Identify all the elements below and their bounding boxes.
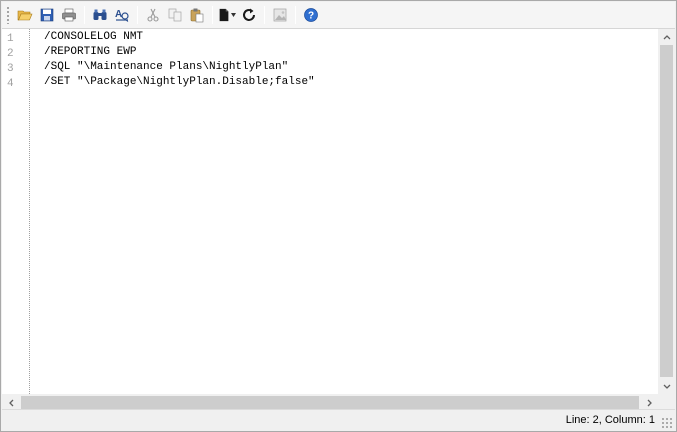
save-button[interactable] bbox=[36, 4, 58, 26]
status-bar: Line: 2, Column: 1 bbox=[2, 409, 675, 431]
scroll-up-button[interactable] bbox=[658, 29, 675, 44]
image-button[interactable] bbox=[269, 4, 291, 26]
code-line[interactable]: /REPORTING EWP bbox=[44, 45, 136, 60]
find-button[interactable] bbox=[89, 4, 111, 26]
horizontal-scroll-thumb[interactable] bbox=[21, 396, 639, 409]
help-icon: ? bbox=[304, 8, 318, 22]
line-number-gutter: 1 2 3 4 bbox=[2, 29, 30, 394]
toolbar-separator bbox=[212, 6, 213, 24]
scroll-down-button[interactable] bbox=[658, 379, 675, 394]
code-line[interactable]: /SQL "\Maintenance Plans\NightlyPlan" bbox=[44, 60, 288, 75]
chevron-down-icon bbox=[231, 13, 236, 17]
help-button[interactable]: ? bbox=[300, 4, 322, 26]
chevron-down-icon bbox=[663, 384, 670, 389]
toolbar-grip[interactable] bbox=[6, 6, 10, 24]
find-replace-icon: A bbox=[115, 9, 129, 22]
toolbar: A ? bbox=[2, 2, 675, 28]
paste-button[interactable] bbox=[186, 4, 208, 26]
cut-button[interactable] bbox=[142, 4, 164, 26]
new-document-button[interactable] bbox=[217, 4, 231, 26]
new-document-dropdown[interactable] bbox=[231, 4, 238, 26]
line-number: 3 bbox=[7, 63, 14, 75]
image-icon bbox=[273, 8, 287, 22]
chevron-left-icon bbox=[8, 399, 13, 406]
vertical-scroll-thumb[interactable] bbox=[660, 45, 673, 377]
script-editor-window: A ? 1 2 3 4 /CONSOLELOG NMT /REPORTING E… bbox=[0, 0, 677, 432]
resize-grip[interactable] bbox=[661, 417, 673, 429]
code-editor[interactable]: 1 2 3 4 /CONSOLELOG NMT /REPORTING EWP /… bbox=[2, 28, 675, 411]
toolbar-separator bbox=[84, 6, 85, 24]
cursor-position: Line: 2, Column: 1 bbox=[565, 414, 655, 426]
refresh-button[interactable] bbox=[238, 4, 260, 26]
toolbar-separator bbox=[137, 6, 138, 24]
toolbar-separator bbox=[264, 6, 265, 24]
chevron-right-icon bbox=[647, 399, 652, 406]
vertical-scrollbar[interactable] bbox=[658, 29, 675, 394]
open-button[interactable] bbox=[14, 4, 36, 26]
find-icon bbox=[93, 9, 107, 20]
line-number: 4 bbox=[7, 78, 14, 90]
copy-button[interactable] bbox=[164, 4, 186, 26]
line-number: 2 bbox=[7, 48, 14, 60]
line-number: 1 bbox=[7, 33, 14, 45]
refresh-icon bbox=[243, 8, 255, 21]
toolbar-separator bbox=[295, 6, 296, 24]
open-folder-icon bbox=[17, 10, 33, 21]
new-document-icon bbox=[219, 8, 229, 22]
print-icon bbox=[62, 8, 76, 22]
print-button[interactable] bbox=[58, 4, 80, 26]
svg-text:A: A bbox=[115, 9, 122, 20]
code-text-area[interactable]: /CONSOLELOG NMT /REPORTING EWP /SQL "\Ma… bbox=[44, 29, 657, 394]
find-replace-button[interactable]: A bbox=[111, 4, 133, 26]
save-icon bbox=[40, 8, 54, 22]
svg-text:?: ? bbox=[308, 11, 314, 22]
code-line[interactable]: /CONSOLELOG NMT bbox=[44, 30, 143, 45]
chevron-up-icon bbox=[663, 34, 670, 39]
paste-icon bbox=[190, 8, 204, 23]
code-line[interactable]: /SET "\Package\NightlyPlan.Disable;false… bbox=[44, 75, 315, 90]
cut-icon bbox=[147, 8, 159, 22]
copy-icon bbox=[168, 8, 182, 22]
